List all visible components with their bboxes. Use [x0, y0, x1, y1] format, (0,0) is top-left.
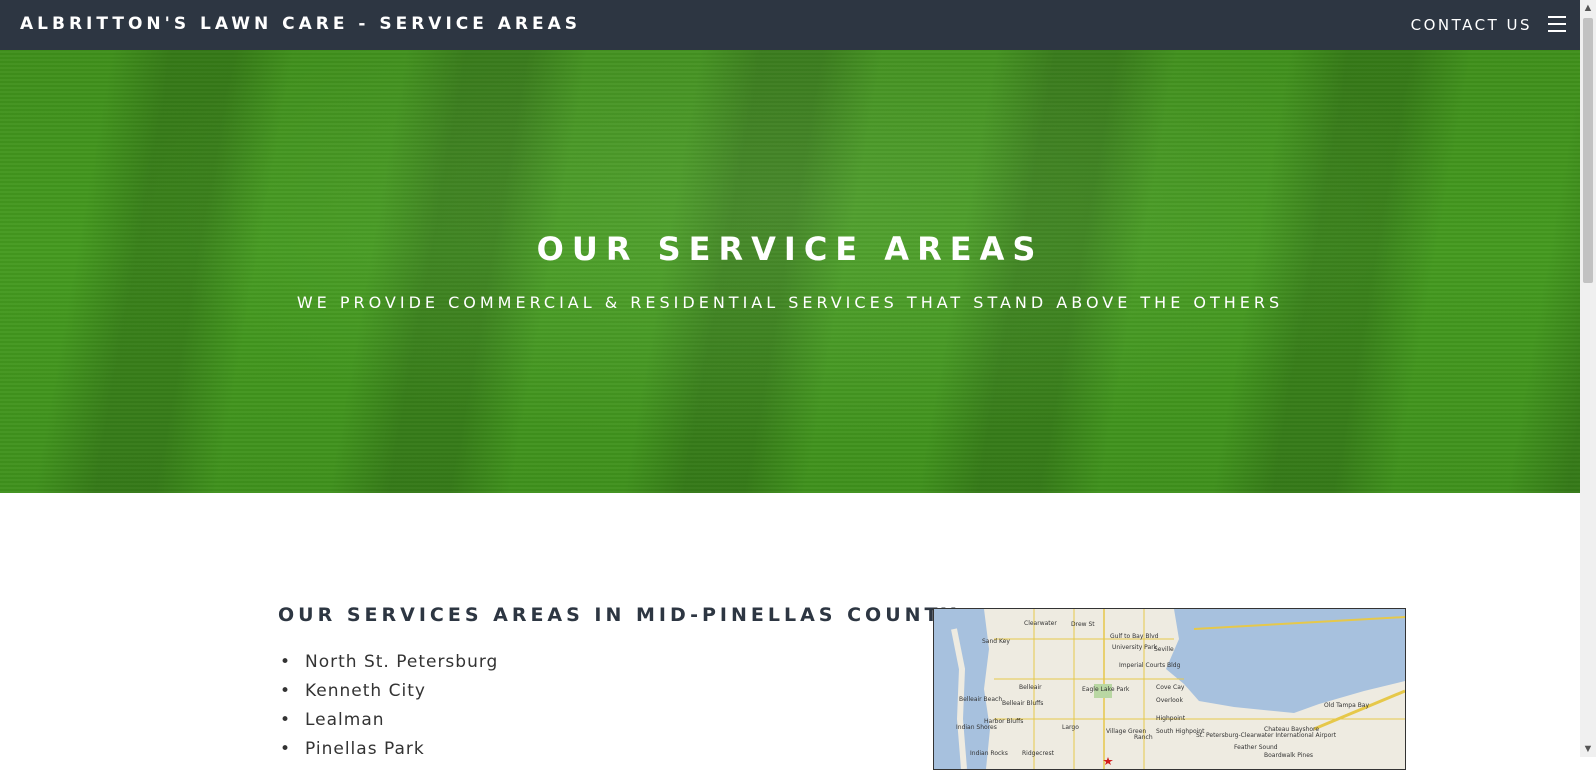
- map-label: Cove Cay: [1156, 684, 1185, 691]
- map-label: Belleair Bluffs: [1002, 700, 1043, 707]
- map-label: Eagle Lake Park: [1082, 686, 1130, 693]
- map-label: Feather Sound: [1234, 744, 1278, 751]
- map-label: Seville: [1154, 646, 1174, 653]
- top-navbar: ALBRITTON'S LAWN CARE - SERVICE AREAS CO…: [0, 0, 1580, 50]
- map-label: Ridgecrest: [1022, 750, 1055, 757]
- map-label: Ranch: [1134, 734, 1153, 741]
- list-item: • Kenneth City: [280, 681, 426, 701]
- map-label: Chateau Bayshore: [1264, 726, 1319, 733]
- map-label: University Park: [1112, 644, 1158, 651]
- hero-subtitle: WE PROVIDE COMMERCIAL & RESIDENTIAL SERV…: [296, 293, 1284, 312]
- list-item: • Lealman: [280, 710, 385, 730]
- map-label: Drew St: [1071, 621, 1095, 628]
- service-area-map[interactable]: Clearwater Drew St Sand Key Gulf to Bay …: [933, 608, 1406, 770]
- map-label: Imperial Courts Bldg: [1119, 662, 1181, 669]
- map-label: Gulf to Bay Blvd: [1110, 633, 1159, 640]
- map-label: Sand Key: [982, 638, 1010, 645]
- map-label: Indian Rocks: [970, 750, 1008, 757]
- map-label: South Highpoint: [1156, 728, 1205, 735]
- scroll-down-icon[interactable]: ▼: [1580, 741, 1596, 757]
- list-item: • North St. Petersburg: [280, 652, 499, 672]
- map-label: Overlook: [1156, 697, 1183, 704]
- scrollbar-thumb[interactable]: [1583, 18, 1593, 283]
- list-item: • Pinellas Park: [280, 739, 425, 759]
- map-label: Indian Shores: [956, 724, 997, 731]
- map-label: Belleair Beach: [959, 696, 1002, 703]
- contact-us-link[interactable]: CONTACT US: [1411, 16, 1532, 34]
- bullet-icon: •: [280, 652, 292, 672]
- service-areas-list: • North St. Petersburg • Kenneth City • Lea…: [280, 652, 498, 768]
- map-label: St. Petersburg-Clearwater International …: [1196, 732, 1337, 739]
- hamburger-menu-icon[interactable]: [1548, 16, 1566, 32]
- map-label: Clearwater: [1024, 620, 1057, 627]
- bullet-icon: •: [280, 710, 292, 730]
- map-label: Highpoint: [1156, 715, 1186, 722]
- page-scrollbar[interactable]: ▲ ▼: [1580, 0, 1596, 757]
- map-label: Belleair: [1019, 684, 1042, 691]
- hero-banner: OUR SERVICE AREAS WE PROVIDE COMMERCIAL …: [0, 50, 1580, 493]
- scroll-up-icon[interactable]: ▲: [1580, 0, 1596, 16]
- map-label: Old Tampa Bay: [1324, 702, 1369, 709]
- site-brand[interactable]: ALBRITTON'S LAWN CARE - SERVICE AREAS: [20, 14, 581, 34]
- hero-title: OUR SERVICE AREAS: [536, 230, 1044, 268]
- map-label: Largo: [1062, 724, 1079, 731]
- service-areas-heading: OUR SERVICES AREAS IN MID-PINELLAS COUNT…: [278, 604, 970, 626]
- map-graphic: Clearwater Drew St Sand Key Gulf to Bay …: [934, 609, 1405, 769]
- bullet-icon: •: [280, 739, 292, 759]
- map-label: Boardwalk Pines: [1264, 752, 1313, 759]
- bullet-icon: •: [280, 681, 292, 701]
